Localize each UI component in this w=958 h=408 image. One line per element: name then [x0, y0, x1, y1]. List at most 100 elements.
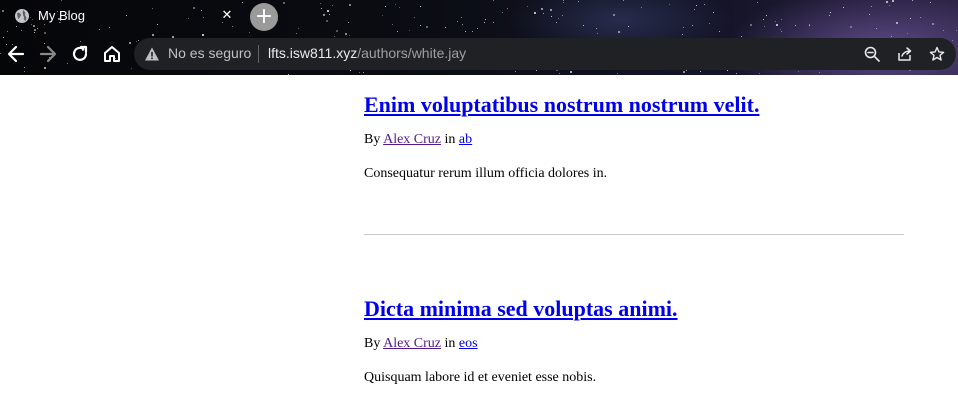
- star-dot: [3, 37, 4, 38]
- post-divider: [364, 234, 904, 235]
- star-dot: [80, 41, 81, 42]
- arrow-right-icon: [39, 45, 57, 63]
- star-dot: [502, 12, 503, 13]
- post-title-link[interactable]: Enim voluptatibus nostrum nostrum velit.: [364, 92, 759, 118]
- category-link[interactable]: ab: [459, 132, 472, 147]
- star-dot: [727, 70, 728, 71]
- star-dot: [692, 25, 693, 26]
- star-dot: [558, 18, 559, 19]
- author-link[interactable]: Alex Cruz: [383, 336, 441, 351]
- new-tab-button[interactable]: +: [250, 3, 278, 31]
- star-dot: [669, 4, 670, 5]
- star-dot: [0, 53, 1, 54]
- url-path: /authors/white.jay: [357, 45, 467, 61]
- star-dot: [465, 31, 466, 32]
- star-dot: [776, 24, 778, 26]
- forward-button[interactable]: [38, 44, 58, 64]
- post-excerpt: Consequatur rerum illum officia dolores …: [364, 166, 608, 181]
- star-dot: [930, 2, 931, 3]
- star-dot: [323, 14, 325, 16]
- star-dot: [775, 21, 776, 22]
- author-link[interactable]: Alex Cruz: [383, 132, 441, 147]
- star-dot: [129, 42, 131, 44]
- star-dot: [696, 5, 697, 6]
- star-dot: [477, 28, 478, 29]
- star-dot: [484, 22, 485, 23]
- star-dot: [628, 26, 629, 27]
- star-dot: [583, 25, 584, 26]
- star-dot: [348, 22, 349, 23]
- star-dot: [359, 72, 360, 73]
- star-dot: [332, 5, 333, 6]
- star-dot: [541, 8, 543, 10]
- star-dot: [329, 14, 330, 15]
- star-dot: [750, 24, 752, 26]
- url-text[interactable]: lfts.isw811.xyz/authors/white.jay: [268, 45, 466, 61]
- star-dot: [24, 67, 25, 68]
- star-dot: [682, 34, 683, 35]
- star-dot: [345, 33, 347, 35]
- star-dot: [131, 68, 132, 69]
- star-dot: [597, 33, 598, 34]
- star-dot: [683, 27, 684, 28]
- post-item: Dicta minima sed voluptas animi. By Alex…: [364, 296, 678, 386]
- star-icon[interactable]: [929, 46, 945, 62]
- warning-icon[interactable]: [144, 46, 160, 62]
- star-dot: [399, 7, 400, 8]
- reload-button[interactable]: [70, 44, 90, 64]
- star-dot: [889, 5, 890, 6]
- star-dot: [700, 71, 701, 72]
- star-dot: [736, 73, 737, 74]
- star-dot: [321, 8, 322, 9]
- star-dot: [764, 26, 765, 27]
- byline-in: in: [444, 336, 456, 351]
- back-button[interactable]: [6, 44, 26, 64]
- omnibox-separator: [258, 45, 259, 63]
- star-dot: [562, 15, 563, 16]
- star-dot: [249, 32, 250, 33]
- star-dot: [719, 31, 720, 32]
- globe-icon: [14, 8, 30, 24]
- star-dot: [819, 72, 820, 73]
- post-title-link[interactable]: Dicta minima sed voluptas animi.: [364, 296, 678, 322]
- tab-title: My Blog: [38, 8, 85, 23]
- star-dot: [515, 71, 516, 72]
- star-dot: [912, 0, 913, 1]
- star-dot: [397, 31, 398, 32]
- star-dot: [713, 12, 714, 13]
- star-dot: [741, 36, 742, 37]
- star-dot: [445, 27, 446, 28]
- star-dot: [709, 23, 710, 24]
- star-dot: [392, 24, 393, 25]
- star-dot: [809, 25, 810, 26]
- star-dot: [869, 14, 870, 15]
- security-status[interactable]: No es seguro: [168, 45, 251, 61]
- close-tab-icon[interactable]: ✕: [219, 8, 235, 24]
- star-dot: [298, 28, 299, 29]
- post-item: Enim voluptatibus nostrum nostrum velit.…: [364, 92, 759, 182]
- star-dot: [536, 70, 537, 71]
- home-icon: [104, 46, 120, 62]
- star-dot: [420, 25, 421, 26]
- post-excerpt: Quisquam labore id et eveniet esse nobis…: [364, 370, 597, 385]
- share-icon[interactable]: [897, 46, 913, 62]
- url-host: lfts.isw811.xyz: [268, 45, 358, 61]
- byline-in: in: [444, 132, 456, 147]
- star-dot: [891, 36, 892, 37]
- star-dot: [462, 24, 463, 25]
- category-link[interactable]: eos: [459, 336, 478, 351]
- star-dot: [780, 29, 781, 30]
- star-dot: [892, 0, 894, 2]
- star-dot: [202, 34, 204, 36]
- star-dot: [334, 36, 335, 37]
- home-button[interactable]: [102, 44, 122, 64]
- star-dot: [320, 3, 321, 4]
- star-dot: [426, 26, 428, 28]
- address-bar[interactable]: No es seguro lfts.isw811.xyz/authors/whi…: [134, 38, 956, 70]
- zoom-out-icon[interactable]: [864, 46, 880, 62]
- star-dot: [907, 33, 908, 34]
- star-dot: [136, 41, 137, 42]
- tab-my-blog[interactable]: My Blog ✕: [0, 0, 243, 34]
- star-dot: [67, 63, 68, 64]
- star-dot: [461, 17, 462, 18]
